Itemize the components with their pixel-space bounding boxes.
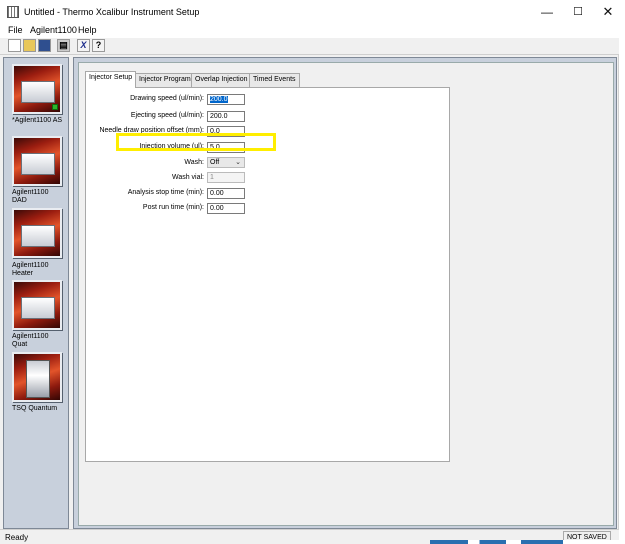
instrument-agilent-heater-button[interactable] — [12, 208, 62, 258]
instrument-agilent-as-button[interactable] — [12, 64, 62, 114]
main-client-area: Injector Setup Injector Program Overlap … — [73, 57, 617, 529]
instrument-label: *Agilent1100 AS — [12, 117, 63, 124]
instrument-tsq-quantum-button[interactable] — [12, 352, 62, 402]
ejecting-speed-label: Ejecting speed (ul/min): — [130, 112, 204, 119]
whats-this-help-icon[interactable]: ? — [92, 39, 105, 52]
instrument-label: Agilent1100 Quat — [12, 333, 49, 348]
analysis-stop-field[interactable]: 0.00 — [207, 188, 245, 199]
cut-icon[interactable]: X — [77, 39, 90, 52]
print-icon[interactable]: ▤ — [57, 39, 70, 52]
toolbar: ▤ X ? — [0, 38, 619, 55]
wash-selected-value: Off — [210, 159, 220, 166]
title-bar: Untitled - Thermo Xcalibur Instrument Se… — [0, 0, 619, 24]
wash-select[interactable]: Off ⌄ — [207, 157, 245, 168]
tab-timed-events[interactable]: Timed Events — [249, 73, 300, 87]
menu-agilent1100[interactable]: Agilent1100 — [30, 25, 77, 35]
tab-injector-program[interactable]: Injector Program — [135, 73, 195, 87]
wash-vial-label: Wash vial: — [171, 174, 204, 181]
instrument-agilent-quat-button[interactable] — [12, 280, 62, 330]
drawing-speed-value: 200.0 — [210, 96, 228, 103]
heater-device-icon — [21, 225, 55, 247]
menu-file[interactable]: File — [8, 25, 23, 35]
chevron-down-icon: ⌄ — [235, 159, 241, 166]
annotation-highlight-box — [116, 133, 276, 151]
background-strip — [430, 540, 620, 544]
open-folder-icon[interactable] — [23, 39, 36, 52]
autosampler-device-icon — [21, 81, 55, 103]
app-window: Untitled - Thermo Xcalibur Instrument Se… — [0, 0, 619, 544]
new-file-icon[interactable] — [8, 39, 21, 52]
instrument-agilent-dad-button[interactable] — [12, 136, 62, 186]
detector-device-icon — [21, 153, 55, 175]
instrument-sidebar: *Agilent1100 AS Agilent1100 DAD Agilent1… — [3, 57, 69, 529]
pump-device-icon — [21, 297, 55, 319]
status-text: Ready — [5, 533, 29, 542]
post-run-label: Post run time (min): — [142, 204, 204, 211]
wash-vial-field: 1 — [207, 172, 245, 183]
background-edge — [619, 0, 625, 544]
menu-bar: File Agilent1100 Help — [0, 24, 619, 38]
tab-injector-setup[interactable]: Injector Setup — [85, 71, 137, 88]
instrument-label: Agilent1100 DAD — [12, 189, 49, 204]
mass-spec-device-icon — [26, 360, 50, 398]
app-icon — [7, 6, 19, 18]
status-dot-icon — [52, 104, 58, 110]
drawing-speed-label: Drawing speed (ul/min): — [130, 95, 204, 102]
drawing-speed-field[interactable]: 200.0 — [207, 94, 245, 105]
window-title: Untitled - Thermo Xcalibur Instrument Se… — [24, 7, 200, 17]
instrument-label: Agilent1100 Heater — [12, 262, 49, 277]
instrument-label: TSQ Quantum — [12, 405, 58, 412]
tab-overlap-injection[interactable]: Overlap Injection — [191, 73, 252, 87]
ejecting-speed-field[interactable]: 200.0 — [207, 111, 245, 122]
analysis-stop-label: Analysis stop time (min): — [127, 189, 204, 196]
setup-panel: Injector Setup Injector Program Overlap … — [78, 62, 614, 526]
save-icon[interactable] — [38, 39, 51, 52]
maximize-icon[interactable]: ☐ — [562, 0, 594, 24]
post-run-field[interactable]: 0.00 — [207, 203, 245, 214]
wash-label: Wash: — [184, 159, 204, 166]
minimize-icon[interactable]: — — [531, 0, 563, 24]
menu-help[interactable]: Help — [78, 25, 97, 35]
